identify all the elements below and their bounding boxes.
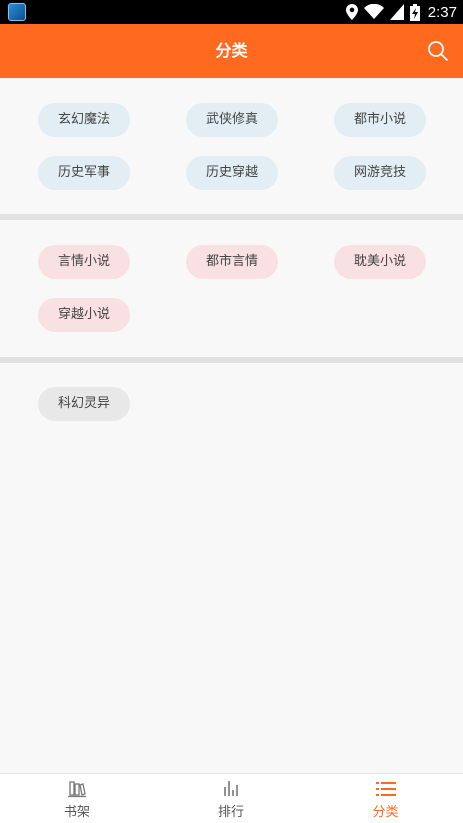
app-header: 分类 <box>0 24 463 78</box>
wifi-icon <box>363 4 384 19</box>
search-icon <box>428 41 448 61</box>
category-tag[interactable]: 都市小说 <box>334 103 426 137</box>
list-icon <box>375 782 396 796</box>
bookshelf-icon <box>68 781 86 798</box>
nav-item-category[interactable]: 分类 <box>308 774 463 823</box>
category-section-3: 科幻灵异 <box>0 363 463 773</box>
category-tag[interactable]: 历史军事 <box>38 156 130 190</box>
category-tag[interactable]: 网游竞技 <box>334 156 426 190</box>
app-notification-icon <box>8 3 26 21</box>
category-tag[interactable]: 历史穿越 <box>186 156 278 190</box>
nav-label-bookshelf: 书架 <box>63 805 90 820</box>
nav-item-bookshelf[interactable]: 书架 <box>0 774 154 823</box>
page-title: 分类 <box>215 41 248 60</box>
nav-label-category: 分类 <box>372 805 399 820</box>
status-bar: 2:37 <box>0 0 463 24</box>
category-tag[interactable]: 武侠修真 <box>186 103 278 137</box>
location-icon <box>345 4 358 20</box>
bottom-nav: 书架 排行 分类 <box>0 773 463 823</box>
status-icons: 2:37 <box>345 0 457 24</box>
category-tag[interactable]: 玄幻魔法 <box>38 103 130 137</box>
nav-label-ranking: 排行 <box>217 805 244 820</box>
nav-item-ranking[interactable]: 排行 <box>154 774 308 823</box>
category-section-1: 玄幻魔法 武侠修真 都市小说 历史军事 历史穿越 网游竞技 <box>0 78 463 214</box>
category-section-2: 言情小说 都市言情 耽美小说 穿越小说 <box>0 220 463 357</box>
category-tag[interactable]: 耽美小说 <box>334 245 426 279</box>
category-tag[interactable]: 言情小说 <box>38 245 130 279</box>
category-tag[interactable]: 都市言情 <box>186 245 278 279</box>
battery-icon <box>409 3 420 21</box>
category-tag[interactable]: 科幻灵异 <box>38 387 130 421</box>
category-tag[interactable]: 穿越小说 <box>38 298 130 332</box>
status-time: 2:37 <box>427 3 457 21</box>
signal-icon <box>389 4 404 20</box>
search-button[interactable] <box>423 36 453 66</box>
ranking-icon <box>224 781 238 796</box>
